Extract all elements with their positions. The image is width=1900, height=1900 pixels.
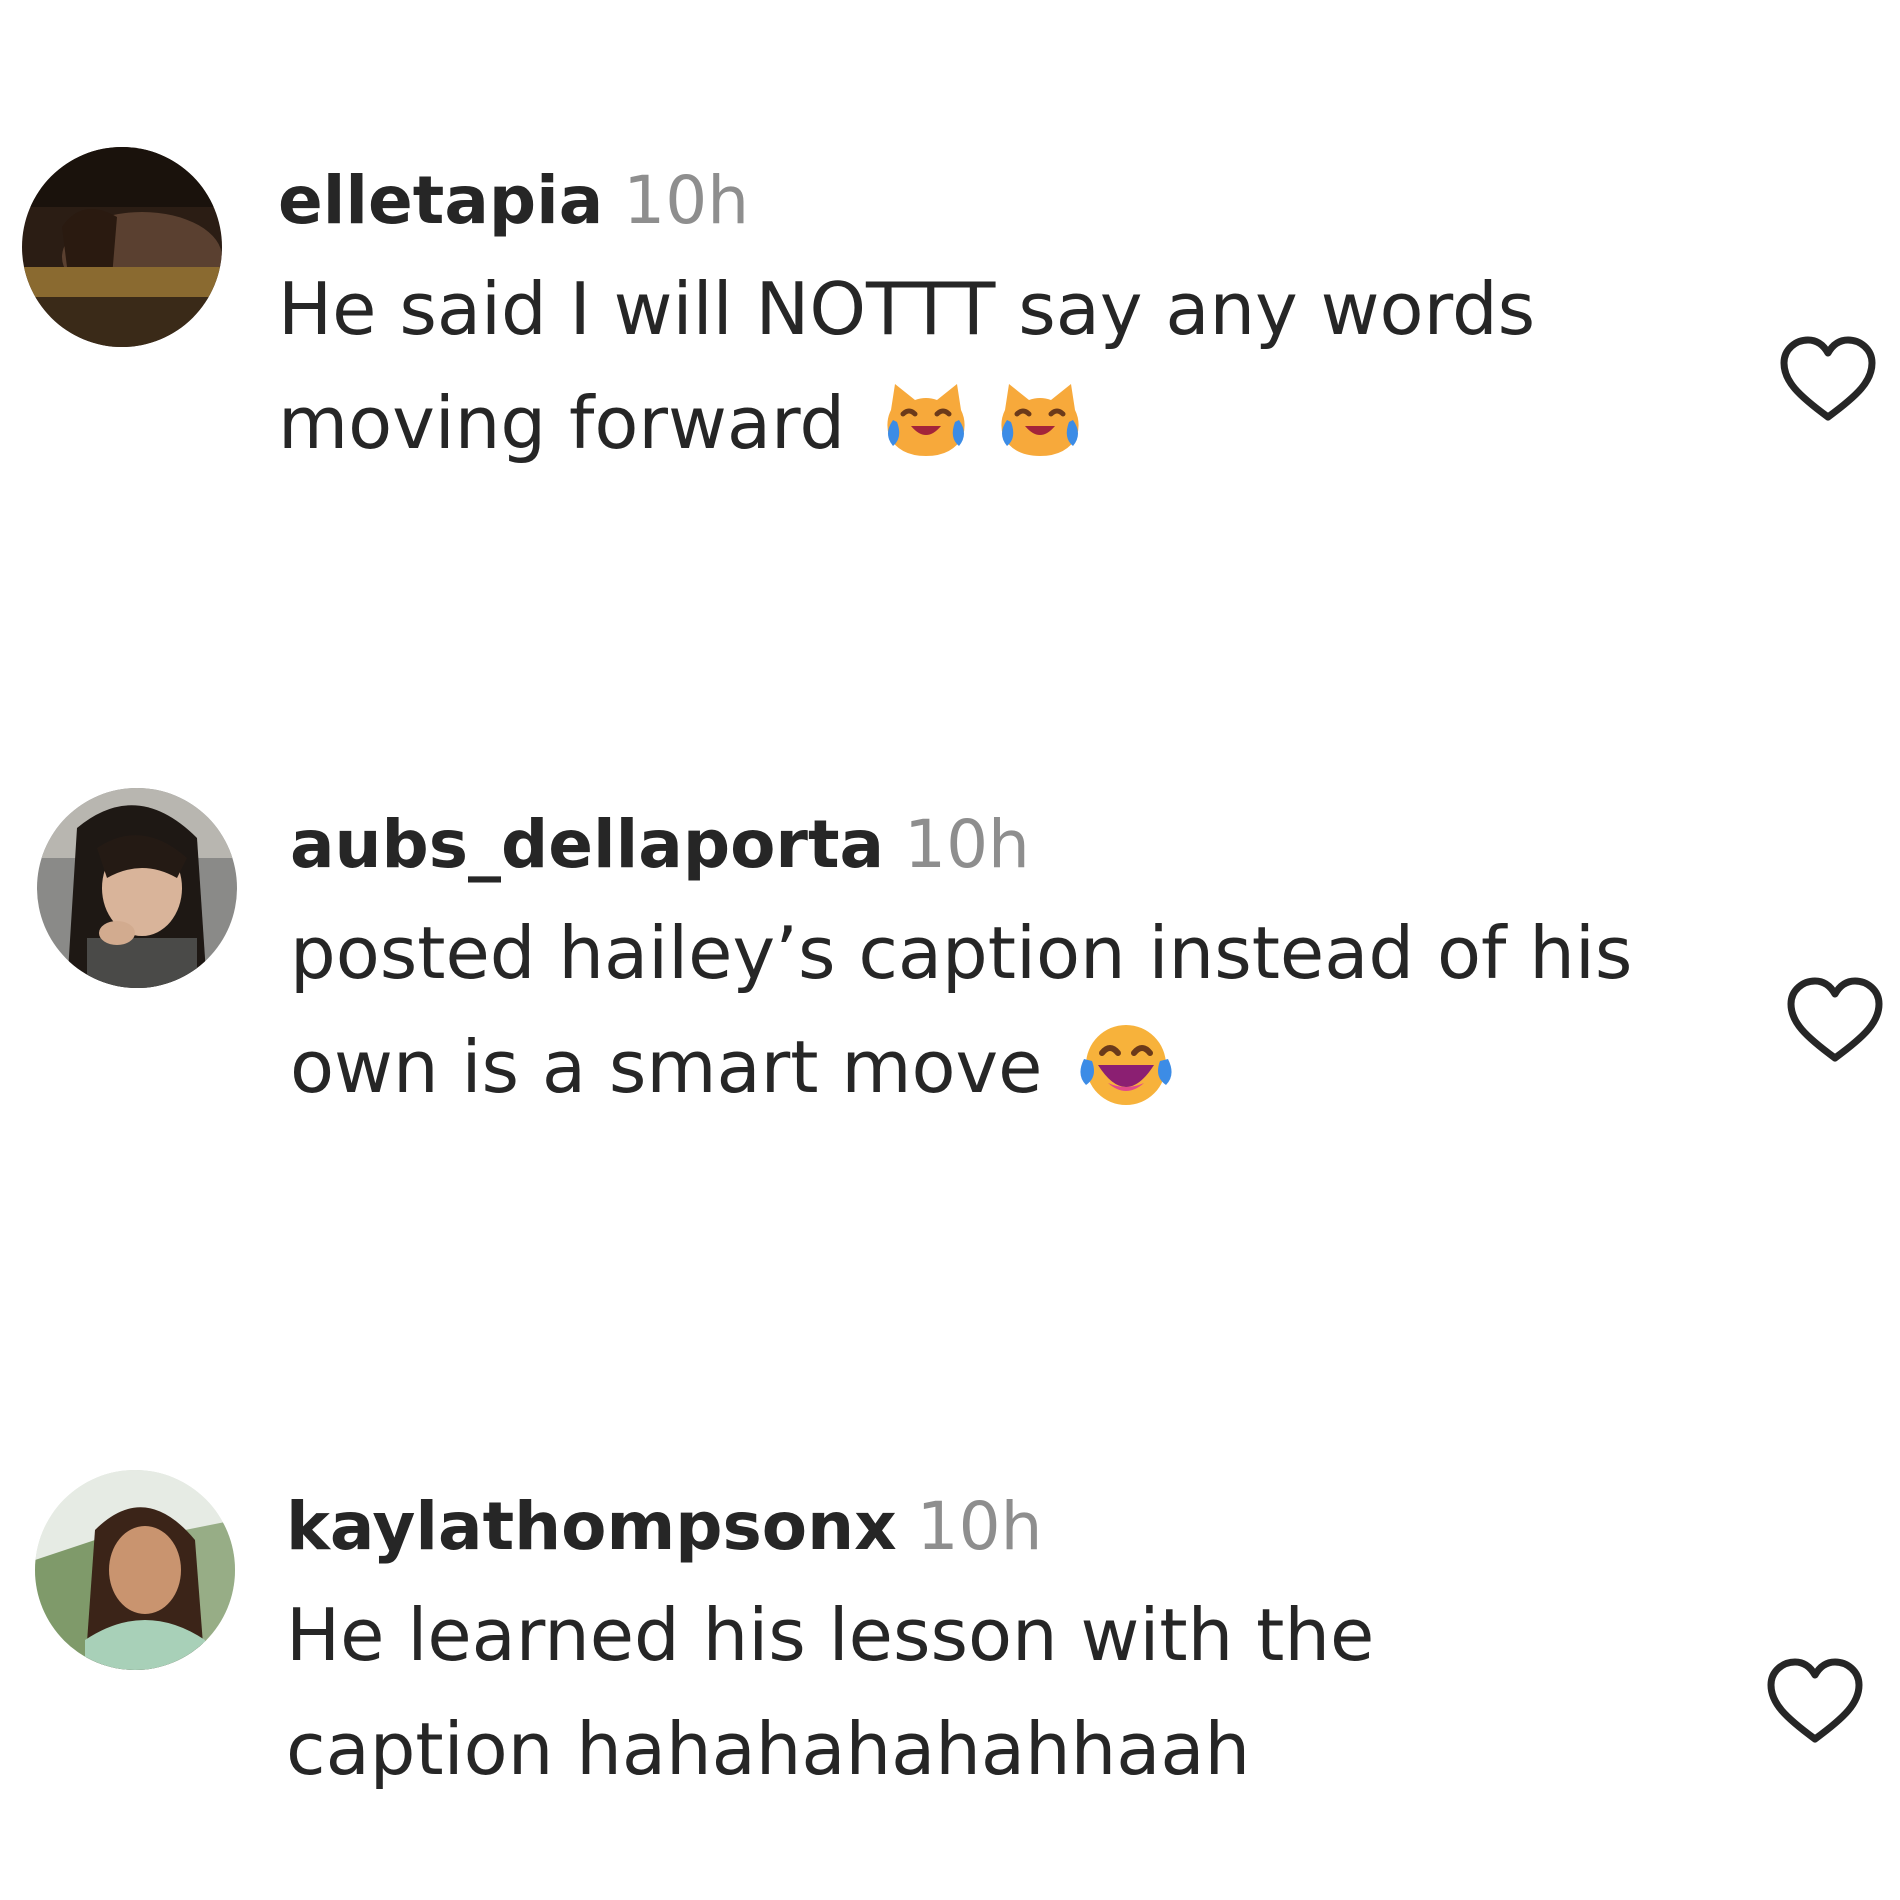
avatar[interactable] bbox=[37, 788, 237, 988]
comment-time[interactable]: 10h bbox=[623, 162, 749, 239]
comment-time[interactable]: 10h bbox=[917, 1488, 1043, 1565]
comment-text-line-2: moving forward bbox=[278, 366, 1778, 480]
comment-username[interactable]: aubs_dellaporta bbox=[290, 806, 884, 883]
comment-username[interactable]: elletapia bbox=[278, 162, 603, 239]
avatar-image bbox=[22, 147, 222, 347]
heart-outline-icon bbox=[1767, 1658, 1863, 1743]
like-button[interactable] bbox=[1765, 1657, 1865, 1747]
comment-text-line-2: own is a smart move bbox=[290, 1010, 1790, 1124]
avatar-image bbox=[35, 1470, 235, 1670]
heart-outline-icon bbox=[1787, 977, 1883, 1062]
avatar-image bbox=[37, 788, 237, 988]
comment-text-line-2: caption hahahahahahhaah bbox=[286, 1707, 1251, 1791]
avatar[interactable] bbox=[35, 1470, 235, 1670]
comment-text-line: He learned his lesson with the bbox=[286, 1593, 1375, 1677]
heart-outline-icon bbox=[1780, 336, 1876, 421]
comment-text-line: posted hailey’s caption instead of his bbox=[290, 911, 1633, 995]
avatar[interactable] bbox=[22, 147, 222, 347]
comment-username[interactable]: kaylathompsonx bbox=[286, 1488, 897, 1565]
comment-text: own is a smart move bbox=[290, 1025, 1043, 1109]
like-button[interactable] bbox=[1778, 335, 1878, 425]
cat-tears-of-joy-emoji bbox=[995, 380, 1085, 460]
comment-text-line: He said I will NOTTT say any words bbox=[278, 267, 1536, 351]
cat-tears-of-joy-emoji bbox=[881, 380, 971, 460]
comment-time[interactable]: 10h bbox=[904, 806, 1030, 883]
face-tears-of-joy-emoji bbox=[1078, 1019, 1174, 1109]
like-button[interactable] bbox=[1785, 976, 1885, 1066]
comment-text: moving forward bbox=[278, 381, 846, 465]
